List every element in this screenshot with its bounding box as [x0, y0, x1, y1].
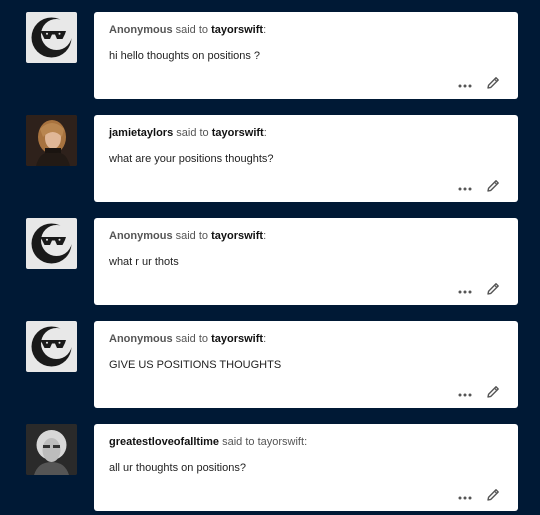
ask-header: greatestloveofalltime said to tayorswift…	[109, 436, 307, 448]
recipient-link[interactable]: tayorswift	[212, 127, 264, 139]
more-options-icon[interactable]	[458, 290, 472, 294]
anonymous-sunglasses-avatar-icon	[31, 223, 72, 264]
ask-card: greatestloveofalltime said to tayorswift…	[94, 424, 518, 511]
asker-name: Anonymous	[109, 24, 173, 36]
said-to-label: said to	[176, 127, 209, 139]
recipient-link[interactable]: tayorswift	[211, 230, 263, 242]
header-colon: :	[304, 436, 308, 448]
ask-header: jamietaylors said to tayorswift:	[109, 127, 267, 139]
question-text: what r ur thots	[109, 256, 179, 268]
said-to-label: said to	[222, 436, 255, 448]
header-colon: :	[263, 127, 267, 139]
ask-card: Anonymous said to tayorswift: GIVE US PO…	[94, 321, 518, 408]
more-options-icon[interactable]	[458, 496, 472, 500]
recipient-link[interactable]: tayorswift	[211, 333, 263, 345]
avatar[interactable]	[26, 12, 77, 63]
more-options-icon[interactable]	[458, 393, 472, 397]
edit-pencil-icon[interactable]	[486, 385, 500, 399]
anonymous-sunglasses-avatar-icon	[31, 326, 72, 367]
edit-pencil-icon[interactable]	[486, 488, 500, 502]
header-colon: :	[263, 230, 267, 242]
avatar[interactable]	[26, 321, 77, 372]
asker-name: Anonymous	[109, 230, 173, 242]
ask-header: Anonymous said to tayorswift:	[109, 24, 266, 36]
more-options-icon[interactable]	[458, 84, 472, 88]
avatar[interactable]	[26, 115, 77, 166]
recipient-link[interactable]: tayorswift	[258, 436, 304, 448]
ask-header: Anonymous said to tayorswift:	[109, 230, 266, 242]
header-colon: :	[263, 333, 267, 345]
ask-card: Anonymous said to tayorswift: what r ur …	[94, 218, 518, 305]
user-photo-avatar-icon	[26, 424, 77, 475]
said-to-label: said to	[175, 24, 209, 36]
user-photo-avatar-icon	[26, 115, 77, 166]
edit-pencil-icon[interactable]	[486, 76, 500, 90]
edit-pencil-icon[interactable]	[486, 282, 500, 296]
ask-card: jamietaylors said to tayorswift: what ar…	[94, 115, 518, 202]
question-text: GIVE US POSITIONS THOUGHTS	[109, 359, 282, 371]
ask-card: Anonymous said to tayorswift: hi hello t…	[94, 12, 518, 99]
said-to-label: said to	[175, 333, 209, 345]
asker-name[interactable]: greatestloveofalltime	[109, 436, 219, 448]
header-colon: :	[263, 24, 267, 36]
edit-pencil-icon[interactable]	[486, 179, 500, 193]
avatar[interactable]	[26, 218, 77, 269]
recipient-link[interactable]: tayorswift	[211, 24, 263, 36]
avatar[interactable]	[26, 424, 77, 475]
question-text: hi hello thoughts on positions ?	[109, 50, 261, 62]
question-text: what are your positions thoughts?	[109, 153, 274, 165]
asker-name: Anonymous	[109, 333, 173, 345]
question-text: all ur thoughts on positions?	[109, 462, 246, 474]
more-options-icon[interactable]	[458, 187, 472, 191]
asker-name[interactable]: jamietaylors	[109, 127, 173, 139]
said-to-label: said to	[175, 230, 209, 242]
anonymous-sunglasses-avatar-icon	[31, 17, 72, 58]
ask-header: Anonymous said to tayorswift:	[109, 333, 266, 345]
